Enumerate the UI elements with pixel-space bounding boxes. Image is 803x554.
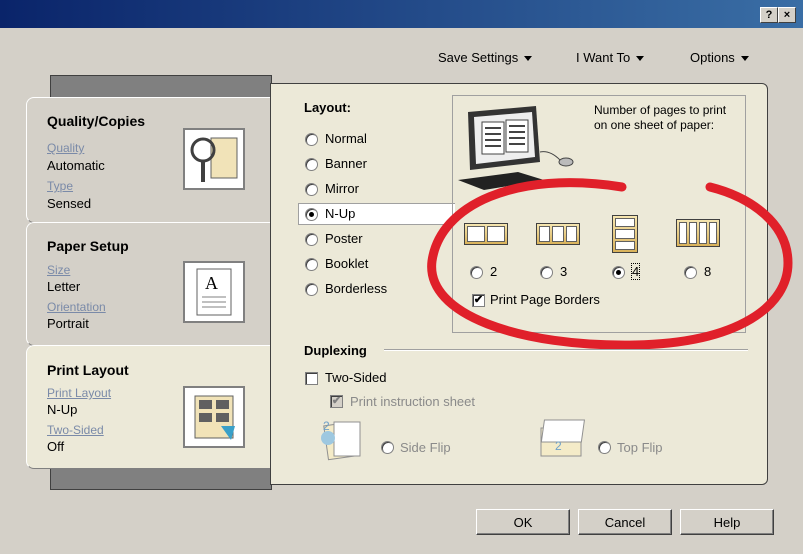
layout-option-label: Normal [325,131,367,146]
annotation-ellipse [427,178,793,350]
size-value: Letter [47,279,81,294]
svg-text:2: 2 [555,439,562,453]
orientation-link[interactable]: Orientation [47,300,106,314]
layout-heading: Layout: [304,100,351,115]
svg-text:2: 2 [323,419,330,433]
quality-value: Automatic [47,158,105,173]
layout-option-label: Mirror [325,181,359,196]
magnifier-icon [183,128,245,190]
orientation-value: Portrait [47,316,89,331]
layout-radio-borderless[interactable] [305,283,318,296]
top-flip-icon: 2 [535,416,595,463]
menu-save-settings[interactable]: Save Settings [438,50,533,65]
n-up-layout-icon [183,386,245,448]
tab-print-layout[interactable]: Print Layout Print Layout N-Up Two-Sided… [26,345,275,469]
tab-title: Print Layout [47,362,129,378]
chevron-down-icon [524,56,533,62]
size-link[interactable]: Size [47,263,70,277]
help-title-button[interactable]: ? [760,7,778,23]
menu-options[interactable]: Options [690,50,749,65]
svg-text:A: A [205,273,218,293]
layout-option-label: Borderless [325,281,388,296]
chevron-down-icon [636,56,645,62]
cancel-button[interactable]: Cancel [578,509,672,535]
tab-title: Quality/Copies [47,113,146,129]
side-flip-label: Side Flip [400,440,451,455]
duplexing-heading: Duplexing [304,343,367,358]
quality-link[interactable]: Quality [47,141,84,155]
print-layout-link[interactable]: Print Layout [47,386,111,400]
two-sided-link[interactable]: Two-Sided [47,423,104,437]
title-bar: ? × [0,0,803,28]
tab-quality-copies[interactable]: Quality/Copies Quality Automatic Type Se… [26,97,272,223]
two-sided-label: Two-Sided [325,370,387,385]
layout-option-label: N-Up [325,206,356,221]
chevron-down-icon [740,56,749,62]
print-layout-value: N-Up [47,402,78,417]
layout-option-label: Banner [325,156,367,171]
layout-radio-poster[interactable] [305,233,318,246]
layout-radio-mirror[interactable] [305,183,318,196]
close-button[interactable]: × [778,7,796,23]
duplexing-separator [384,349,748,351]
top-flip-label: Top Flip [617,440,663,455]
tab-paper-setup[interactable]: Paper Setup Size Letter Orientation Port… [26,222,272,346]
menu-label: I Want To [576,50,631,65]
layout-option-label: Poster [325,231,363,246]
menu-label: Options [690,50,735,65]
instruction-sheet-checkbox[interactable]: ✔ [330,395,343,408]
layout-option-label: Booklet [325,256,369,271]
ok-button[interactable]: OK [476,509,570,535]
n-up-description: Number of pages to print on one sheet of… [594,103,727,132]
layout-radio-banner[interactable] [305,158,318,171]
instruction-sheet-label: Print instruction sheet [350,394,476,409]
layout-radio-n-up[interactable] [305,208,318,221]
tab-title: Paper Setup [47,238,129,254]
help-button[interactable]: Help [680,509,774,535]
type-link[interactable]: Type [47,179,73,193]
type-value: Sensed [47,196,92,211]
top-flip-radio[interactable] [598,441,611,454]
layout-radio-booklet[interactable] [305,258,318,271]
side-flip-icon: 2 [312,418,372,465]
menu-i-want-to[interactable]: I Want To [576,50,645,65]
document-icon: A [183,261,245,323]
two-sided-checkbox[interactable] [305,372,318,385]
side-flip-radio[interactable] [381,441,394,454]
layout-radio-normal[interactable] [305,133,318,146]
menu-label: Save Settings [438,50,519,65]
two-sided-value: Off [47,439,65,454]
